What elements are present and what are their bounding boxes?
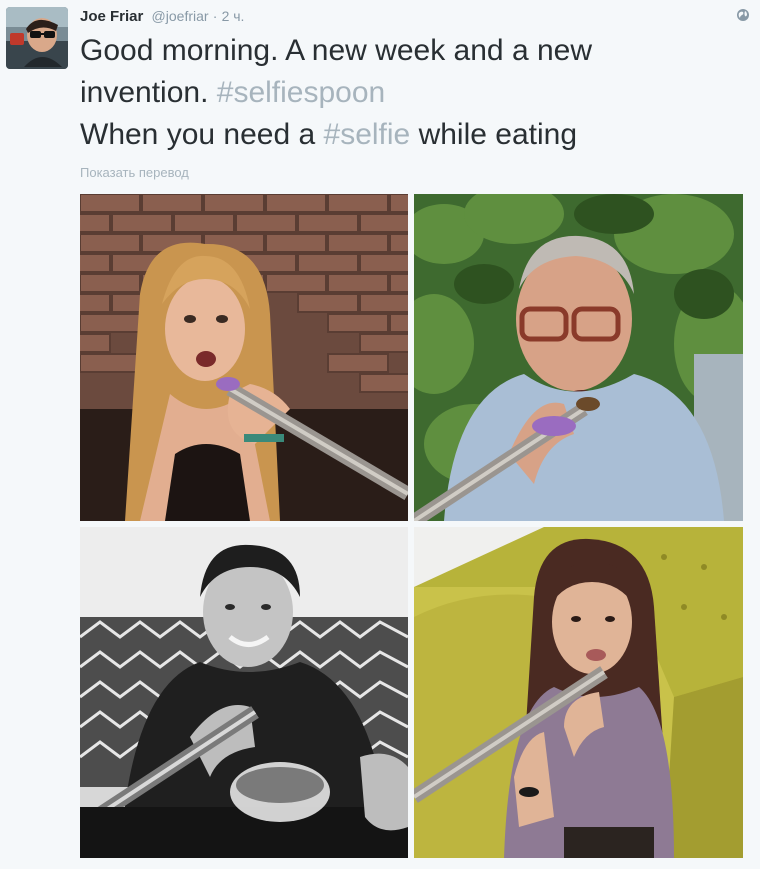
globe-icon — [737, 9, 749, 21]
tweet-line-3: When you need a #selfie while eating — [80, 114, 740, 156]
tweet-line-3-start: When you need a — [80, 118, 324, 151]
photo-man-glasses-plants[interactable] — [414, 194, 743, 521]
tweet-line-1: Good morning. A new week and a new — [80, 34, 592, 67]
avatar[interactable] — [6, 7, 68, 69]
hashtag-selfie[interactable]: #selfie — [324, 118, 411, 151]
tweet-line-3-end: while eating — [410, 118, 578, 151]
hashtag-selfiespoon[interactable]: #selfiespoon — [217, 76, 385, 109]
photo-woman-brick-wall[interactable] — [80, 194, 408, 521]
tweet-timestamp[interactable]: 2 ч. — [222, 8, 245, 24]
author-handle[interactable]: @joefriar — [152, 8, 209, 24]
tweet-text: Good morning. A new week and a new inven… — [80, 30, 740, 156]
separator-dot: · — [212, 8, 218, 24]
tweet-line-2: invention. #selfiespoon — [80, 72, 740, 114]
photo-woman-yellow-sofa[interactable] — [414, 527, 743, 858]
photo-man-black-white-cereal[interactable] — [80, 527, 408, 858]
tweet-line-2-text: invention. — [80, 76, 217, 109]
photo-grid — [80, 194, 743, 859]
show-translation-link[interactable]: Показать перевод — [80, 165, 189, 180]
tweet-header: Joe Friar @joefriar · 2 ч. — [80, 6, 244, 27]
author-name[interactable]: Joe Friar — [80, 8, 143, 25]
